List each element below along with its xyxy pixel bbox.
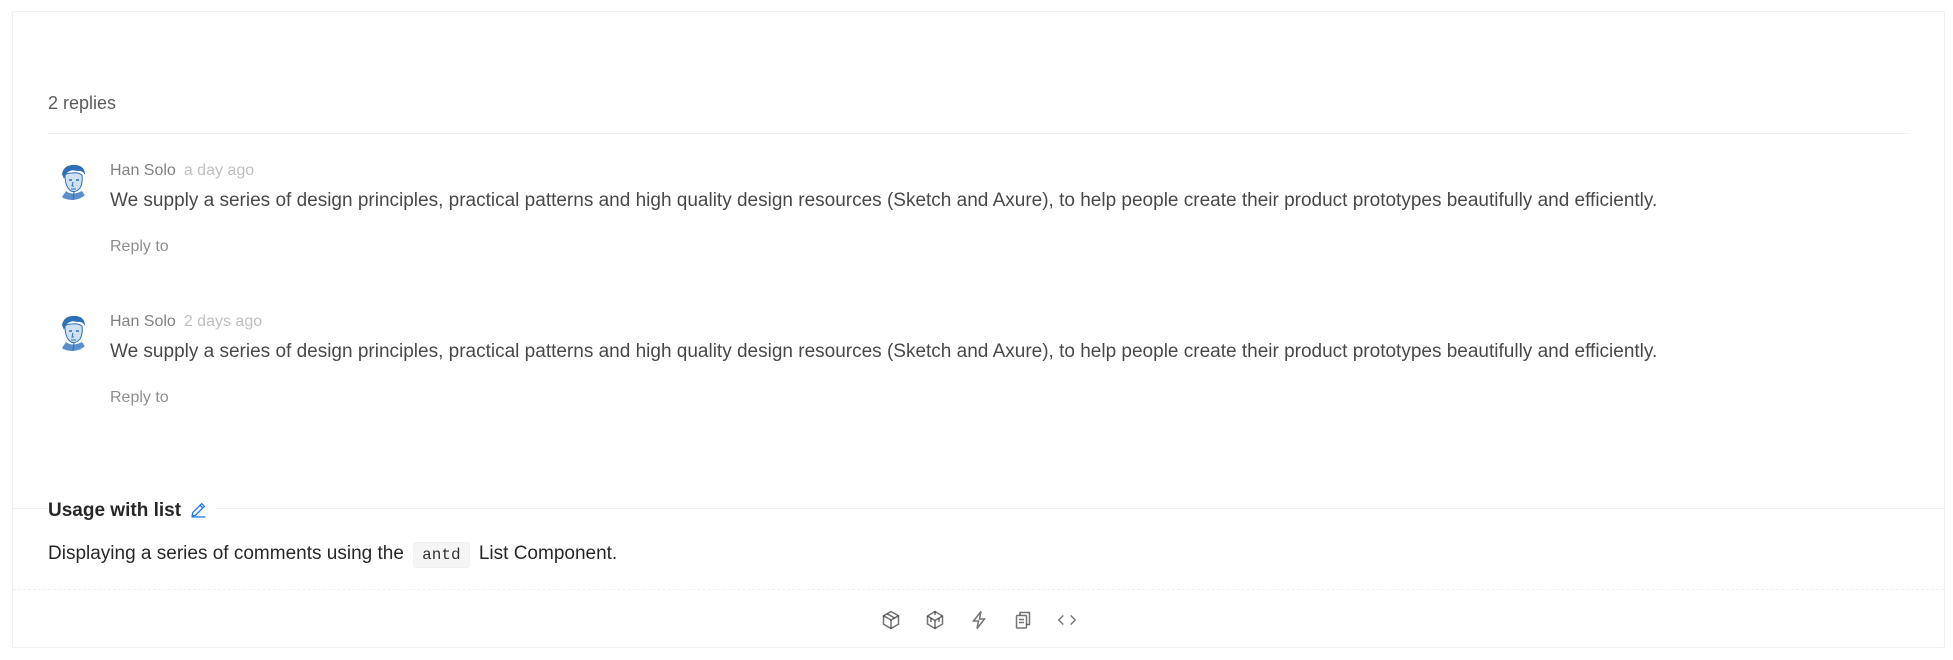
comment-datetime: a day ago	[183, 162, 255, 179]
codepen-icon[interactable]	[924, 609, 946, 631]
description-text-end: List Component.	[478, 543, 618, 564]
comment-item: Han Solo 2 days ago We supply a series of…	[48, 311, 1910, 421]
demo-preview: 2 replies Han Solo a day ago We supply a…	[13, 12, 1944, 509]
avatar[interactable]	[52, 160, 92, 200]
code-expand-icon[interactable]	[1056, 609, 1078, 631]
list-divider	[48, 133, 1910, 134]
reply-to-link[interactable]: Reply to	[110, 387, 169, 409]
edit-icon[interactable]	[190, 500, 207, 526]
comment-author: Han Solo a day ago	[110, 160, 254, 182]
comment-content: We supply a series of design principles,…	[110, 190, 1658, 211]
user-portrait-icon	[52, 311, 92, 351]
code-demo-box: 2 replies Han Solo a day ago We supply a…	[12, 11, 1945, 648]
author-name[interactable]: Han Solo	[110, 313, 176, 330]
code-box-actions	[13, 605, 1944, 635]
comment-item: Han Solo a day ago We supply a series of …	[48, 160, 1910, 270]
codesandbox-icon[interactable]	[880, 609, 902, 631]
stackblitz-icon[interactable]	[968, 609, 990, 631]
demo-title: Usage with list	[48, 498, 216, 526]
reply-to-link[interactable]: Reply to	[110, 236, 169, 258]
comment-content: We supply a series of design principles,…	[110, 341, 1658, 362]
reply-count: 2 replies	[48, 93, 117, 113]
demo-title-text[interactable]: Usage with list	[48, 500, 181, 521]
avatar[interactable]	[52, 311, 92, 351]
demo-description: Displaying a series of comments using th…	[48, 540, 617, 568]
copy-icon[interactable]	[1012, 609, 1034, 631]
comment-datetime: 2 days ago	[183, 313, 263, 330]
comment-author: Han Solo 2 days ago	[110, 311, 262, 333]
code-chip: antd	[413, 542, 470, 568]
actions-divider	[13, 589, 1944, 590]
user-portrait-icon	[52, 160, 92, 200]
author-name[interactable]: Han Solo	[110, 162, 176, 179]
description-text: Displaying a series of comments using th…	[48, 543, 404, 564]
